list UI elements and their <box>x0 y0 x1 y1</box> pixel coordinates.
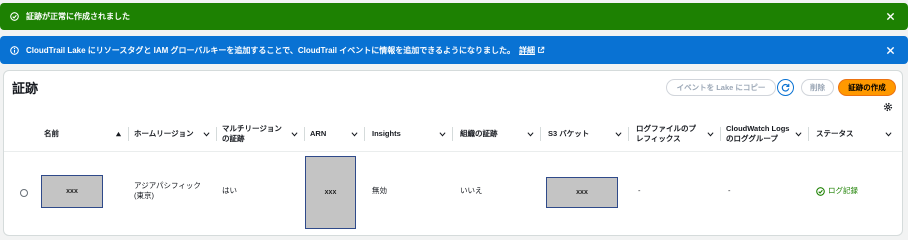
column-divider <box>808 127 809 141</box>
cloudwatch-logs-cell: - <box>728 186 731 195</box>
home-region-cell: アジアパシフィック (東京) <box>134 181 201 200</box>
sort-icon[interactable] <box>795 130 802 137</box>
column-header-name[interactable]: 名前 <box>44 115 128 152</box>
org-trail-cell: いいえ <box>460 186 483 195</box>
success-flash: 証跡が正常に作成されました <box>0 3 908 30</box>
column-header-insights[interactable]: Insights <box>372 115 452 152</box>
arn-redacted: xxx <box>305 156 356 229</box>
info-flash-text: CloudTrail Lake にリソースタグと IAM グローバルキーを追加す… <box>26 45 516 55</box>
column-header-multi-region[interactable]: マルチリージョン の証跡 <box>222 115 304 152</box>
create-trail-button[interactable]: 証跡の作成 <box>838 79 896 96</box>
table-header: 名前 ホームリージョン マルチリージョン の証跡 ARN Insights 組織… <box>4 115 902 152</box>
refresh-button[interactable] <box>777 79 794 96</box>
status-badge: ログ記録 <box>816 186 858 196</box>
column-divider <box>364 127 365 141</box>
trails-page: 証跡が正常に作成されました CloudTrail Lake にリソースタグと I… <box>0 0 908 240</box>
learn-more-link[interactable]: 詳細 <box>519 45 535 56</box>
close-icon[interactable] <box>884 11 896 23</box>
info-flash: CloudTrail Lake にリソースタグと IAM グローバルキーを追加す… <box>0 36 908 64</box>
sort-icon[interactable] <box>203 130 210 137</box>
sort-icon[interactable] <box>439 130 446 137</box>
info-circle-icon <box>6 45 22 55</box>
trails-panel: 証跡 イベントを Lake にコピー 削除 証跡の作成 名前 ホームリージョン <box>3 70 903 236</box>
column-header-home-region[interactable]: ホームリージョン <box>134 115 216 152</box>
sort-ascending-icon[interactable] <box>115 130 122 137</box>
delete-button[interactable]: 削除 <box>801 79 834 96</box>
column-header-arn[interactable]: ARN <box>310 115 364 152</box>
refresh-icon <box>781 83 790 92</box>
log-prefix-cell: - <box>638 186 641 195</box>
close-icon[interactable] <box>884 44 896 56</box>
success-flash-text: 証跡が正常に作成されました <box>26 12 130 21</box>
column-header-org-trail[interactable]: 組織の証跡 <box>460 115 540 152</box>
sort-icon[interactable] <box>615 130 622 137</box>
sort-icon[interactable] <box>291 130 298 137</box>
check-circle-icon <box>6 12 22 21</box>
sort-icon[interactable] <box>351 130 358 137</box>
trail-name-redacted[interactable]: xxx <box>41 175 103 208</box>
insights-cell: 無効 <box>372 186 387 195</box>
table-row[interactable]: xxx アジアパシフィック (東京) はい xxx 無効 いいえ xxx - - … <box>4 153 902 233</box>
gear-icon[interactable] <box>883 102 893 112</box>
column-divider <box>540 127 541 141</box>
multi-region-cell: はい <box>222 186 237 195</box>
status-success-icon <box>816 186 825 196</box>
column-divider <box>720 127 721 141</box>
column-divider <box>304 127 305 141</box>
sort-icon[interactable] <box>885 130 892 137</box>
page-title: 証跡 <box>12 81 39 96</box>
sort-icon[interactable] <box>527 130 534 137</box>
column-divider <box>216 127 217 141</box>
column-header-s3-bucket[interactable]: S3 バケット <box>548 115 628 152</box>
column-divider <box>128 127 129 141</box>
column-header-cloudwatch-logs[interactable]: CloudWatch Logs のロググループ <box>726 115 808 152</box>
column-divider <box>452 127 453 141</box>
external-link-icon[interactable] <box>537 46 545 54</box>
row-select-radio[interactable] <box>20 189 28 197</box>
column-header-log-prefix[interactable]: ログファイルのプ レフィックス <box>636 115 720 152</box>
copy-events-to-lake-button[interactable]: イベントを Lake にコピー <box>666 79 776 96</box>
column-header-status[interactable]: ステータス <box>816 115 898 152</box>
s3-bucket-redacted[interactable]: xxx <box>546 177 618 208</box>
sort-icon[interactable] <box>707 130 714 137</box>
column-divider <box>628 127 629 141</box>
